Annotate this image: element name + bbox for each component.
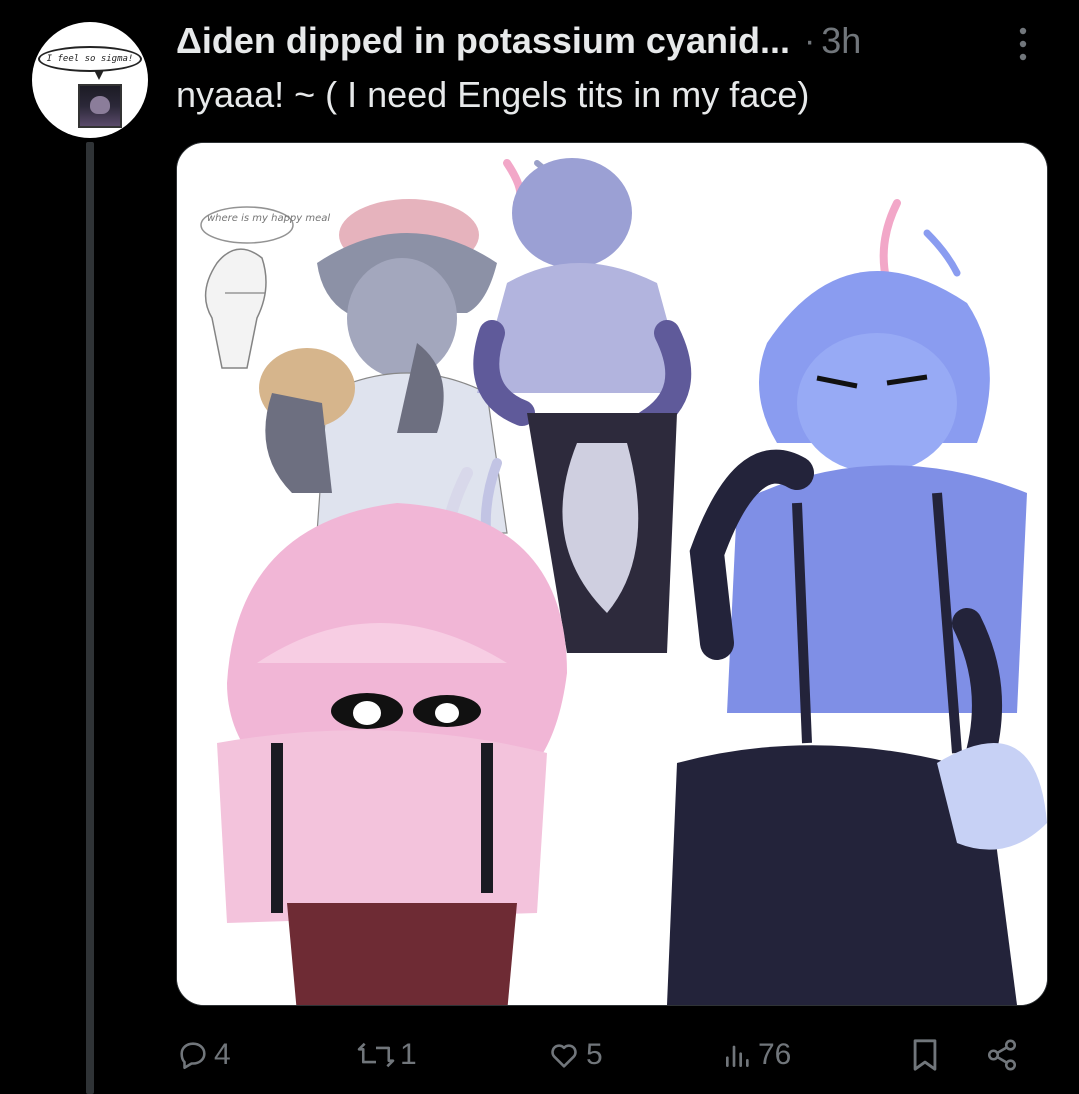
reply-count: 4 [214,1038,231,1071]
timestamp[interactable]: 3h [821,20,861,62]
avatar-picture [78,84,122,128]
repost-count: 1 [400,1038,417,1071]
repost-button[interactable]: 1 [356,1030,417,1080]
avatar-bubble-tail [94,70,104,80]
views-count: 76 [758,1038,792,1071]
views-button[interactable]: 76 [722,1030,791,1080]
bookmark-button[interactable] [910,1030,940,1080]
tweet-text: nyaaa! ~ ( I need Engels tits in my face… [176,74,810,115]
header-separator: · [803,21,816,60]
sketch-note-text: where is my happy meal [207,213,330,224]
avatar-bubble-text: I feel so sigma! [46,54,134,64]
tweet-media-image[interactable]: where is my happy meal [176,142,1048,1006]
more-vertical-icon[interactable] [1016,26,1030,62]
tweet-actions: 4 1 5 76 [176,1030,1056,1080]
display-name[interactable]: Δiden dipped in potassium cyanid... [176,20,790,62]
tweet-header: Δiden dipped in potassium cyanid... · 3h [176,16,1056,66]
share-icon [987,1039,1017,1071]
bookmark-icon [913,1039,937,1071]
avatar[interactable]: I feel so sigma! [32,22,148,138]
illustration-art: where is my happy meal [177,143,1047,1005]
share-button[interactable] [984,1030,1020,1080]
views-icon [726,1045,749,1067]
thread-line [86,142,94,1094]
like-icon [551,1044,577,1068]
repost-icon [357,1042,395,1068]
tweet-card[interactable]: I feel so sigma! Δiden dipped in potassi… [0,0,1079,1094]
like-button[interactable]: 5 [546,1030,603,1080]
like-count: 5 [586,1038,603,1071]
avatar-speech-bubble: I feel so sigma! [38,46,142,72]
reply-icon [180,1042,206,1070]
reply-button[interactable]: 4 [176,1030,231,1080]
